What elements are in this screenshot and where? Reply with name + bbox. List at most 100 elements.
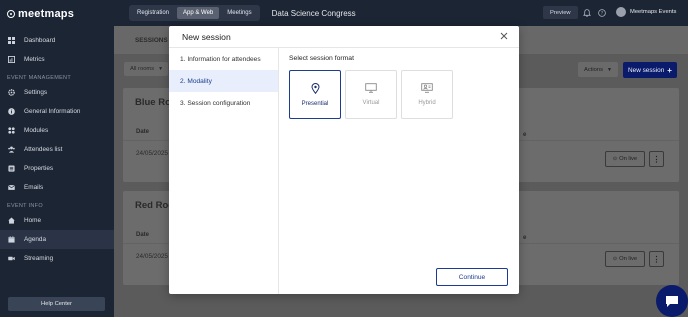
monitor-icon [365, 83, 377, 93]
sidebar-item-metrics[interactable]: Metrics [0, 50, 114, 69]
sidebar-item-agenda[interactable]: Agenda [0, 230, 114, 249]
bell-icon[interactable] [583, 9, 591, 17]
modal-title: New session [182, 31, 231, 42]
hybrid-screen-icon [421, 83, 433, 93]
dashboard-icon [8, 37, 15, 44]
new-session-label: New session [628, 66, 665, 74]
sidebar-item-label: Emails [24, 184, 44, 191]
on-live-label: On live [619, 156, 638, 162]
tab-app-web[interactable]: App & Web [177, 7, 220, 19]
modal-header: New session [169, 26, 519, 48]
new-session-button[interactable]: New session + [623, 62, 677, 78]
column-header-date: Date [136, 232, 150, 238]
sidebar-item-home[interactable]: Home [0, 211, 114, 230]
column-header-date: Date [136, 129, 150, 135]
logo-icon [7, 10, 15, 18]
actions-button[interactable]: Actions ▼ [578, 62, 618, 77]
location-pin-icon [310, 82, 320, 94]
info-icon [8, 108, 15, 115]
sidebar-item-label: Settings [24, 89, 48, 96]
grid-icon [8, 127, 15, 134]
step-information-for-attendees[interactable]: 1. Information for attendees [169, 48, 278, 70]
calendar-icon [8, 236, 15, 243]
format-label: Select session format [289, 55, 354, 62]
avatar [616, 7, 626, 17]
sidebar-item-dashboard[interactable]: Dashboard [0, 31, 114, 50]
kebab-icon: ⋮ [652, 154, 661, 164]
format-label-hybrid: Hybrid [418, 100, 436, 106]
sidebar-item-label: Metrics [24, 56, 45, 63]
sidebar-item-label: Properties [24, 165, 54, 172]
sidebar-item-label: Modules [24, 127, 49, 134]
close-icon[interactable] [500, 32, 508, 40]
sidebar-item-label: Dashboard [24, 37, 56, 44]
session-date: 24/05/2025 [136, 253, 168, 260]
profile-menu[interactable]: Meetmaps Events [616, 7, 676, 17]
play-icon: ⊙ [612, 156, 618, 162]
tab-meetings[interactable]: Meetings [221, 7, 257, 19]
chart-icon [8, 56, 15, 63]
chevron-down-icon: ▼ [158, 66, 164, 72]
sidebar-item-general-information[interactable]: General Information [0, 102, 114, 121]
home-icon [8, 217, 15, 224]
event-title: Data Science Congress [271, 8, 356, 18]
continue-button[interactable]: Continue [436, 268, 508, 286]
step-session-configuration[interactable]: 3. Session configuration [169, 92, 278, 114]
video-icon [8, 256, 15, 261]
mail-icon [8, 185, 15, 190]
users-icon [8, 146, 15, 153]
session-date: 24/05/2025 [136, 150, 168, 157]
sidebar-item-modules[interactable]: Modules [0, 121, 114, 140]
sidebar-section-title: EVENT INFO [7, 203, 43, 209]
profile-name: Meetmaps Events [630, 9, 677, 15]
filter-label: All rooms [130, 66, 155, 72]
new-session-modal: New session 1. Information for attendees… [169, 26, 519, 294]
sidebar-item-streaming[interactable]: Streaming [0, 249, 114, 268]
sidebar-section-title: EVENT MANAGEMENT [7, 75, 71, 81]
modal-content: Select session format Presential Virtual… [289, 48, 519, 294]
preview-button[interactable]: Preview [543, 6, 578, 19]
help-icon[interactable]: ? [598, 9, 606, 17]
help-center-button[interactable]: Help Center [8, 297, 105, 311]
tab-sessions[interactable]: SESSIONS [135, 37, 168, 44]
on-live-label: On live [619, 256, 638, 262]
sidebar-item-settings[interactable]: Settings [0, 83, 114, 102]
sidebar-item-label: Streaming [24, 255, 54, 262]
sidebar-item-label: General Information [24, 108, 81, 115]
kebab-icon: ⋮ [652, 254, 661, 264]
chevron-down-icon: ▼ [607, 66, 612, 73]
actions-label: Actions [584, 66, 604, 73]
rooms-filter-select[interactable]: All rooms ▼ [124, 62, 168, 76]
format-label-presential: Presential [301, 100, 329, 107]
plus-icon: + [667, 65, 672, 75]
step-modality[interactable]: 2. Modality [169, 70, 278, 92]
more-options-button[interactable]: ⋮ [649, 151, 664, 167]
step-list: 1. Information for attendees 2. Modality… [169, 48, 279, 294]
on-live-button[interactable]: ⊙ On live [605, 251, 645, 267]
app-logo[interactable]: meetmaps [0, 0, 114, 28]
sidebar-item-attendees-list[interactable]: Attendees list [0, 140, 114, 159]
format-label-virtual: Virtual [362, 100, 380, 106]
on-live-button[interactable]: ⊙ On live [605, 151, 645, 167]
tab-registration[interactable]: Registration [131, 7, 175, 19]
top-tab-group: Registration App & Web Meetings [129, 5, 260, 21]
sidebar-item-emails[interactable]: Emails [0, 178, 114, 197]
format-option-hybrid[interactable]: Hybrid [401, 70, 453, 119]
play-icon: ⊙ [612, 256, 618, 262]
sidebar-item-properties[interactable]: Properties [0, 159, 114, 178]
format-option-presential[interactable]: Presential [289, 70, 341, 119]
format-option-virtual[interactable]: Virtual [345, 70, 397, 119]
sidebar: meetmaps Dashboard Metrics EVENT MANAGEM… [0, 0, 114, 317]
more-options-button[interactable]: ⋮ [649, 251, 664, 267]
chat-icon [666, 295, 678, 307]
sidebar-item-label: Home [24, 217, 42, 224]
sidebar-item-label: Agenda [24, 236, 47, 243]
sidebar-item-label: Attendees list [24, 146, 63, 153]
gear-icon [8, 89, 15, 96]
column-header-fragment: e [523, 132, 527, 138]
logo-text: meetmaps [18, 8, 75, 20]
chat-support-button[interactable] [656, 285, 688, 317]
top-bar: Registration App & Web Meetings Data Sci… [114, 0, 688, 26]
column-header-fragment: e [523, 235, 527, 241]
list-icon [8, 165, 15, 172]
